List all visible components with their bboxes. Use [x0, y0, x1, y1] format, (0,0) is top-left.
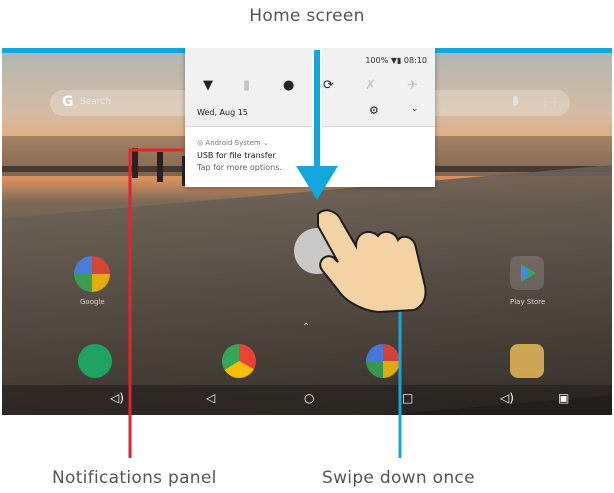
hand-icon	[317, 209, 427, 314]
swipe-arrow-shaft	[314, 50, 320, 172]
swipe-arrow-head	[296, 166, 338, 200]
notifications-callout-line	[128, 148, 184, 458]
swipe-down-caption: Swipe down once	[322, 468, 475, 488]
notifications-panel-caption: Notifications panel	[52, 468, 217, 488]
annotation-overlay	[128, 50, 427, 458]
